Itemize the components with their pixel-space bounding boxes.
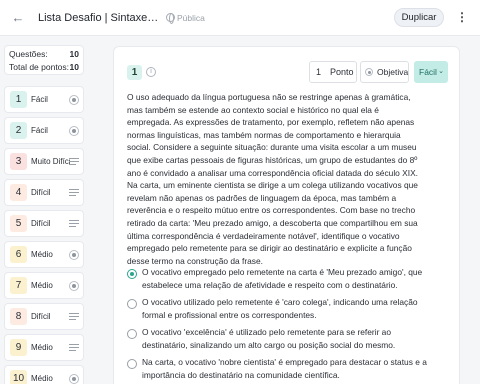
question-number-badge: 8 xyxy=(10,308,27,325)
question-level-label: Médio xyxy=(31,343,53,352)
question-nav-item[interactable]: 10 Médio xyxy=(4,365,84,384)
question-nav-item[interactable]: 3 Muito Difícil xyxy=(4,148,84,175)
text-lines-icon xyxy=(69,188,79,198)
stat-value: 10 xyxy=(69,49,79,59)
question-number-badge: 10 xyxy=(10,370,27,384)
question-nav-list: 1 Fácil 2 Fácil 3 Muito Difícil 4 Difícil 5D… xyxy=(4,86,84,384)
question-number: 1 xyxy=(127,65,142,80)
radio-icon xyxy=(69,95,79,105)
question-nav-item[interactable]: 2 Fácil xyxy=(4,117,84,144)
list-stats: Questões: 10 Total de pontos: 10 xyxy=(4,45,84,75)
question-prompt: O uso adequado da língua portuguesa não … xyxy=(127,92,418,266)
answer-option-text: Na carta, o vocativo 'nobre cientista' é… xyxy=(142,357,427,380)
question-number-badge: 2 xyxy=(10,122,27,139)
difficulty-select[interactable]: Fácil ⌄ xyxy=(414,61,448,83)
radio-icon xyxy=(69,374,79,384)
question-number-badge: 6 xyxy=(10,246,27,263)
question-level-label: Fácil xyxy=(31,95,48,104)
question-number-badge: 3 xyxy=(10,153,27,170)
globe-icon xyxy=(166,13,175,24)
question-number-badge: 5 xyxy=(10,215,27,232)
difficulty-label: Fácil xyxy=(419,67,437,77)
stat-label: Questões: xyxy=(9,49,48,59)
points-field[interactable]: 1 Ponto xyxy=(309,61,357,83)
answer-option-text: O vocativo utilizado pelo remetente é 'c… xyxy=(142,297,418,320)
answer-radio[interactable] xyxy=(127,299,137,309)
info-icon[interactable]: i xyxy=(146,67,156,77)
question-nav-item[interactable]: 8 Difícil xyxy=(4,303,84,330)
question-level-label: Difícil xyxy=(31,219,51,228)
radio-icon xyxy=(69,250,79,260)
question-card: 1 i 1 Ponto Objetiva Fácil ⌄ O uso adequ… xyxy=(113,46,460,384)
answer-option-text: O vocativo empregado pelo remetente na c… xyxy=(142,267,423,290)
chevron-down-icon: ⌄ xyxy=(438,68,444,75)
question-number-badge: 7 xyxy=(10,277,27,294)
question-level-label: Médio xyxy=(31,281,53,290)
question-nav-item[interactable]: 1 Fácil xyxy=(4,86,84,113)
question-number-badge: 1 xyxy=(10,91,27,108)
points-label: Ponto xyxy=(330,67,354,77)
answer-radio[interactable] xyxy=(127,329,137,339)
question-number-badge: 4 xyxy=(10,184,27,201)
question-level-label: Difícil xyxy=(31,188,51,197)
radio-icon xyxy=(69,126,79,136)
visibility-indicator: Pública xyxy=(166,11,205,25)
question-type-label: Objetiva xyxy=(377,67,409,77)
question-number-badge: 9 xyxy=(10,339,27,356)
kebab-menu-icon[interactable]: ⋮ xyxy=(456,9,468,25)
answer-radio[interactable] xyxy=(127,359,137,369)
question-level-label: Médio xyxy=(31,374,53,383)
visibility-label: Pública xyxy=(177,13,205,23)
answer-option-text: O vocativo 'excelência' é utilizado pelo… xyxy=(142,327,396,350)
question-nav-item[interactable]: 9 Médio xyxy=(4,334,84,361)
top-bar: ← Lista Desafio | Sintaxe: Vocativos Púb… xyxy=(0,0,480,36)
text-lines-icon xyxy=(69,343,79,353)
question-type-toggle[interactable]: Objetiva xyxy=(360,61,409,83)
stat-label: Total de pontos: xyxy=(9,62,70,72)
question-level-label: Difícil xyxy=(31,312,51,321)
duplicate-button[interactable]: Duplicar xyxy=(394,8,444,27)
page-title: Lista Desafio | Sintaxe: Vocativos xyxy=(38,12,160,24)
text-lines-icon xyxy=(69,312,79,322)
question-level-label: Médio xyxy=(31,250,53,259)
radio-icon xyxy=(69,281,79,291)
question-nav-item[interactable]: 4 Difícil xyxy=(4,179,84,206)
stat-total-points: Total de pontos: 10 xyxy=(9,61,79,74)
question-level-label: Muito Difícil xyxy=(31,157,71,166)
text-lines-icon xyxy=(69,157,79,167)
answer-radio[interactable] xyxy=(127,269,137,279)
question-nav-item[interactable]: 5 Difícil xyxy=(4,210,84,237)
question-nav-item[interactable]: 6 Médio xyxy=(4,241,84,268)
arrow-left-icon[interactable]: ← xyxy=(10,10,26,26)
question-nav-item[interactable]: 7 Médio xyxy=(4,272,84,299)
question-level-label: Fácil xyxy=(31,126,48,135)
points-value: 1 xyxy=(316,67,322,77)
stat-value: 10 xyxy=(69,62,79,72)
text-lines-icon xyxy=(69,219,79,229)
stat-questions: Questões: 10 xyxy=(9,48,79,61)
radio-icon xyxy=(365,68,373,76)
